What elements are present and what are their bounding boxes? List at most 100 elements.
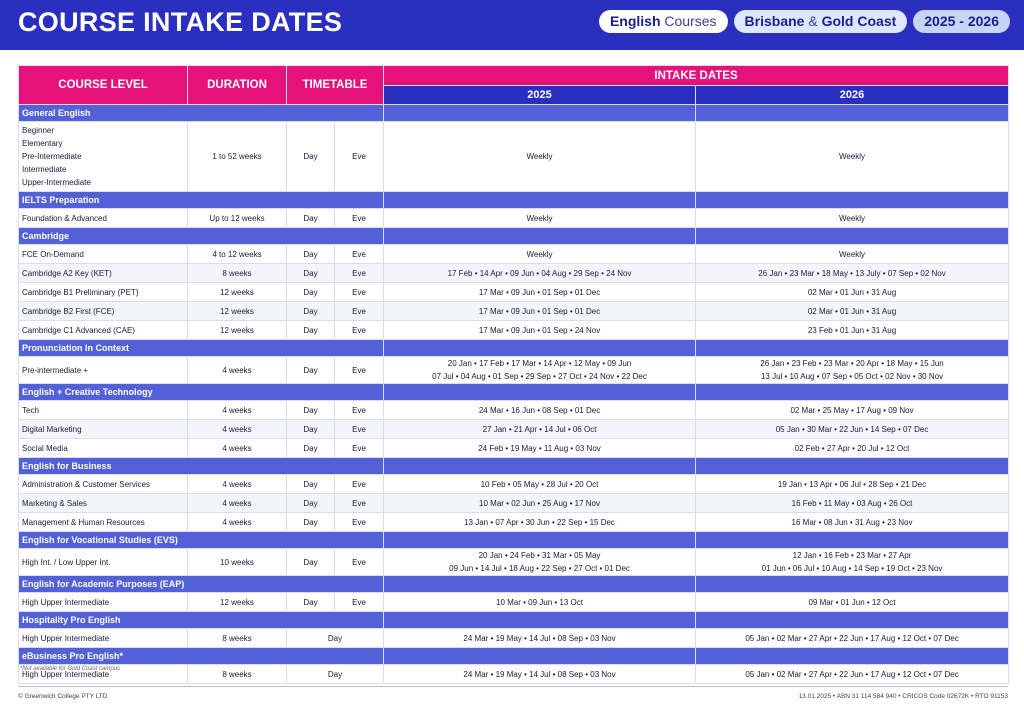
course-level-cell: Marketing & Sales — [18, 493, 188, 513]
intake-date-line: 09 Mar • 01 Jun • 12 Oct — [808, 597, 896, 607]
intake-2026-cell: 09 Mar • 01 Jun • 12 Oct — [695, 592, 1010, 612]
table-row: Digital Marketing 4 weeks Day Eve 27 Jan • 2… — [18, 419, 1010, 439]
course-level-cell: Cambridge A2 Key (KET) — [18, 263, 188, 283]
duration-cell: 12 weeks — [187, 301, 287, 321]
registration-info: 13.01.2025 • ABN 31 114 584 940 • CRICOS… — [798, 693, 1008, 700]
section-title: Pronunciation In Context — [17, 339, 385, 357]
timetable-eve: Eve — [333, 548, 385, 576]
intake-date-line: 10 Mar • 09 Jun • 13 Oct — [496, 597, 583, 607]
section-spacer-2025 — [383, 457, 697, 475]
section-spacer-2025 — [383, 611, 697, 629]
course-level-name: Upper-Intermediate — [22, 178, 91, 187]
section-spacer-2025 — [383, 575, 697, 593]
intake-2025-cell: Weekly — [383, 244, 697, 264]
timetable-day: Day — [286, 263, 335, 283]
intake-date-line: 01 Jun • 06 Jul • 10 Aug • 14 Sep • 19 O… — [761, 564, 943, 573]
intake-2026-cell: Weekly — [695, 208, 1010, 228]
intake-date-line: 24 Mar • 16 Jun • 08 Sep • 01 Dec — [478, 405, 601, 415]
course-level-cell: Administration & Customer Services — [18, 474, 188, 494]
intake-table: COURSE LEVEL DURATION TIMETABLE INTAKE D… — [17, 65, 1010, 684]
courses-pill-light: Courses — [664, 13, 717, 29]
col-year-2026: 2026 — [695, 85, 1010, 105]
table-row: Beginner Elementary Pre-Intermediate Interm… — [18, 121, 1010, 192]
course-level-name: Cambridge B1 Preliminary (PET) — [22, 287, 139, 297]
timetable-eve: Eve — [333, 301, 385, 321]
section-spacer-2026 — [695, 457, 1010, 475]
duration-cell: 4 weeks — [187, 419, 287, 439]
intake-2025-cell: 17 Mar • 09 Jun • 01 Sep • 01 Dec — [383, 282, 697, 302]
timetable-day: Day — [286, 438, 335, 458]
footer-divider — [18, 686, 1008, 687]
duration-cell: 10 weeks — [187, 548, 287, 576]
duration-cell: 8 weeks — [187, 664, 287, 684]
timetable-day: Day — [286, 512, 335, 532]
course-level-name: Social Media — [22, 443, 68, 453]
header-bar: COURSE INTAKE DATES English Courses Bris… — [0, 0, 1024, 50]
intake-2026-cell: 12 Jan • 16 Feb • 23 Mar • 27 Apr 01 Jun … — [695, 548, 1010, 576]
intake-date-line: 07 Jul • 04 Aug • 01 Sep • 29 Sep • 27 O… — [432, 372, 647, 381]
intake-date-line: 05 Jan • 30 Mar • 22 Jun • 14 Sep • 07 D… — [775, 424, 929, 434]
intake-date-line: 17 Mar • 09 Jun • 01 Sep • 01 Dec — [478, 306, 601, 316]
section-title: eBusiness Pro English* — [17, 647, 385, 665]
intake-date-line: 17 Mar • 09 Jun • 01 Sep • 24 Nov — [478, 325, 601, 335]
intake-2025-cell: 17 Feb • 14 Apr • 09 Jun • 04 Aug • 29 S… — [383, 263, 697, 283]
section-title: English for Business — [17, 457, 385, 475]
section-spacer-2025 — [383, 531, 697, 549]
intake-date-line: 12 Jan • 16 Feb • 23 Mar • 27 Apr — [792, 551, 912, 560]
timetable-eve: Eve — [333, 400, 385, 420]
course-level-cell: FCE On-Demand — [18, 244, 188, 264]
course-level-name: Marketing & Sales — [22, 498, 87, 508]
timetable-day: Day — [285, 664, 385, 684]
section-spacer-2026 — [695, 531, 1010, 549]
intake-date-line: 02 Mar • 01 Jun • 31 Aug — [807, 287, 897, 297]
timetable-eve: Eve — [333, 282, 385, 302]
table-row: High Upper Intermediate 12 weeks Day Eve 10 … — [18, 592, 1010, 612]
table-row: High Int. / Low Upper Int. 10 weeks Day Eve… — [18, 548, 1010, 576]
section-spacer-2026 — [695, 611, 1010, 629]
intake-date-line: 20 Jan • 24 Feb • 31 Mar • 05 May — [478, 551, 601, 560]
section-title: English for Academic Purposes (EAP) — [17, 575, 385, 593]
timetable-day: Day — [286, 592, 335, 612]
intake-date-line: 13 Jan • 07 Apr • 30 Jun • 22 Sep • 15 D… — [464, 517, 615, 527]
copyright: © Greenwich College PTY LTD — [18, 693, 108, 700]
intake-date-line: 20 Jan • 17 Feb • 17 Mar • 14 Apr • 12 M… — [447, 359, 632, 368]
section-spacer-2026 — [695, 383, 1010, 401]
course-level-cell: Digital Marketing — [18, 419, 188, 439]
section-header-row: English + Creative Technology — [17, 383, 1010, 401]
header-pills: English Courses Brisbane & Gold Coast 20… — [598, 10, 1010, 33]
duration-cell: 12 weeks — [187, 592, 287, 612]
timetable-day: Day — [286, 548, 335, 576]
table-row: Tech 4 weeks Day Eve 24 Mar • 16 Jun • 08 Se… — [18, 400, 1010, 420]
col-intake-dates: INTAKE DATES — [383, 65, 1010, 86]
section-title: IELTS Preparation — [17, 191, 385, 209]
table-row: Pre-intermediate + 4 weeks Day Eve 20 Jan • … — [18, 356, 1010, 384]
intake-2026-cell: 05 Jan • 02 Mar • 27 Apr • 22 Jun • 17 A… — [695, 664, 1010, 684]
section-header-row: IELTS Preparation — [17, 191, 1010, 209]
section-header-row: Hospitality Pro English — [17, 611, 1010, 629]
intake-2026-cell: 05 Jan • 30 Mar • 22 Jun • 14 Sep • 07 D… — [695, 419, 1010, 439]
years-pill: 2025 - 2026 — [913, 10, 1010, 33]
courses-pill: English Courses — [598, 10, 728, 33]
intake-2026-cell: 23 Feb • 01 Jun • 31 Aug — [695, 320, 1010, 340]
course-level-name: Management & Human Resources — [22, 517, 145, 527]
intake-date-line: Weekly — [526, 249, 553, 259]
col-year-2025: 2025 — [383, 85, 697, 105]
course-level-cell: High Int. / Low Upper Int. — [18, 548, 188, 576]
section-spacer-2025 — [383, 339, 697, 357]
section-title: General English — [17, 104, 385, 122]
course-level-cell: High Upper Intermediate — [18, 628, 188, 648]
course-level-name: Beginner — [22, 126, 55, 135]
duration-cell: 4 to 12 weeks — [187, 244, 287, 264]
timetable-day: Day — [286, 121, 335, 192]
intake-date-line: 17 Mar • 09 Jun • 01 Sep • 01 Dec — [478, 287, 601, 297]
intake-2025-cell: 20 Jan • 17 Feb • 17 Mar • 14 Apr • 12 M… — [383, 356, 697, 384]
intake-2026-cell: 02 Feb • 27 Apr • 20 Jul • 12 Oct — [695, 438, 1010, 458]
intake-2025-cell: 20 Jan • 24 Feb • 31 Mar • 05 May 09 Jun … — [383, 548, 697, 576]
intake-date-line: 13 Jul • 10 Aug • 07 Sep • 05 Oct • 02 N… — [760, 372, 944, 381]
timetable-eve: Eve — [333, 419, 385, 439]
intake-date-line: 09 Jun • 14 Jul • 18 Aug • 22 Sep • 27 O… — [449, 564, 630, 573]
intake-date-line: Weekly — [526, 213, 553, 223]
timetable-eve: Eve — [333, 438, 385, 458]
duration-cell: 4 weeks — [187, 493, 287, 513]
section-header-row: English for Academic Purposes (EAP) — [17, 575, 1010, 593]
